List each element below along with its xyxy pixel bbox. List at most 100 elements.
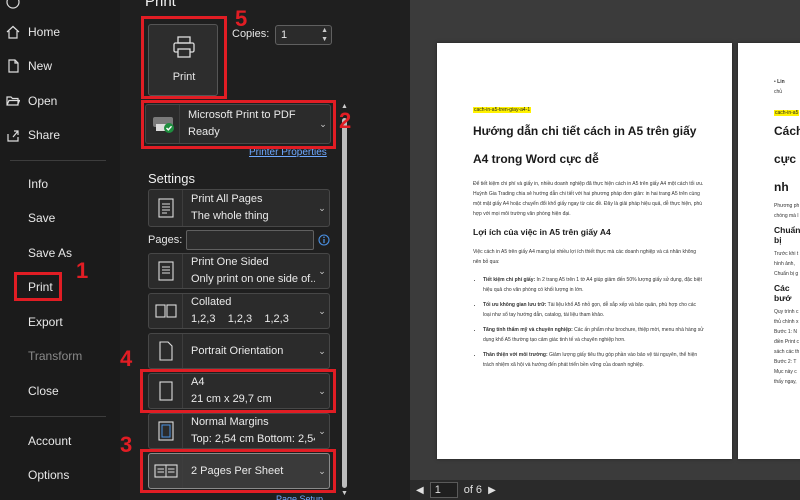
collation-line2: 1,2,3 1,2,3 1,2,3 [191,313,289,325]
p2-line: chóng mà l [774,213,799,219]
nav-label: Account [28,434,72,448]
doc-bullet: Thân thiện với môi trường: Giảm lượng gi… [483,350,705,370]
p2-line: điền Print c [774,339,800,345]
pages-input[interactable] [186,230,314,250]
folder-open-icon [6,94,20,108]
doc-title-line2: A4 trong Word cực dễ [473,152,599,166]
p2-line: Bước 1: N [774,329,798,335]
collation-line1: Collated [191,296,232,308]
annotation-box-1 [14,272,62,301]
spinner-arrows-icon[interactable]: ▲ ▼ [321,26,328,44]
back-arrow-icon [6,0,20,9]
collation-dropdown[interactable]: Collated 1,2,3 1,2,3 1,2,3 ⌄ [148,293,330,329]
print-range-line1: Print All Pages [191,193,263,205]
print-range-dropdown[interactable]: Print All Pages The whole thing ⌄ [148,189,330,227]
nav-label: Info [28,177,49,191]
info-icon[interactable] [318,234,330,249]
doc-intro: Để tiết kiệm chi phí và giấy in, nhiều d… [473,181,704,217]
orientation-line1: Portrait Orientation [191,344,284,357]
nav-item-save-as[interactable]: Save As [28,241,72,265]
next-page-icon[interactable]: ▶ [488,485,496,496]
nav-item-info[interactable]: Info [28,172,48,196]
nav-item-options[interactable]: Options [28,463,69,487]
nav-label: Export [28,315,63,329]
page-navigator: ◀ 1 of 6 ▶ [410,480,800,500]
p2-title-line1: Cách [774,124,800,138]
doc-paragraph: Việc cách in A5 trên giấy A4 mang lại nh… [473,249,697,265]
backstage-nav: Home New Open Share Info Save Save As Pr… [0,0,120,500]
margins-icon [149,414,183,448]
settings-scrollbar[interactable] [342,118,347,488]
annotation-number-2: 2 [339,108,352,133]
nav-label: Share [28,128,61,142]
nav-label: Open [28,94,58,108]
p2-line: hình ảnh, [774,261,795,267]
p2-heading: Chuẩn bị [774,225,800,245]
doc-bullet: Tiết kiệm chi phí giấy: In 2 trang A5 tr… [483,275,705,295]
prev-page-icon[interactable]: ◀ [416,485,424,496]
nav-item-new[interactable]: New [6,54,52,78]
annotation-number-4: 4 [120,346,133,371]
chevron-down-icon: ⌄ [318,202,326,213]
p2-line: Bước 2: T [774,359,797,365]
new-document-icon [6,59,20,73]
annotation-number-1: 1 [76,258,89,283]
nav-item-export[interactable]: Export [28,310,63,334]
nav-label: Options [28,468,70,482]
chevron-down-icon: ⌄ [318,265,326,276]
one-sided-page-icon [149,254,183,288]
p2-tag: cach-in-a5 [774,110,800,116]
nav-item-close[interactable]: Close [28,379,59,403]
print-range-line2: The whole thing [191,210,269,222]
p2-title-line2: cực nh [774,152,797,194]
nav-divider [10,160,106,161]
p2-bullet-cont: chủ [774,89,783,95]
nav-item-save[interactable]: Save [28,206,55,230]
margins-dropdown[interactable]: Normal Margins Top: 2,54 cm Bottom: 2,54… [148,413,330,449]
nav-label: Transform [28,349,83,363]
p2-line: Mục này c [774,369,797,375]
sides-line2: Only print on one side of... [191,273,315,285]
back-button[interactable] [6,0,20,14]
highlighted-tag: cach-in-a5-tren-giay-a4-1 [473,107,532,113]
chevron-down-icon: ⌄ [318,425,326,436]
current-page-input[interactable]: 1 [429,482,458,498]
portrait-page-icon [149,334,183,368]
pages-stack-icon [149,190,183,226]
scroll-down-icon[interactable]: ▼ [341,490,348,497]
nav-item-account[interactable]: Account [28,429,71,453]
home-icon [6,25,20,39]
page-setup-link[interactable]: Page Setup [276,494,323,500]
nav-item-transform: Transform [28,344,82,368]
nav-label: Save As [28,246,73,260]
copies-value: 1 [281,29,288,41]
nav-label: Close [28,384,59,398]
annotation-box-5 [141,16,227,99]
margins-line2: Top: 2,54 cm Bottom: 2,54... [191,433,315,445]
total-pages: of 6 [463,484,483,496]
p2-line: Trước khi t [774,251,799,257]
settings-title: Settings [148,171,195,186]
p2-line: thấy ngay, [774,379,797,385]
copies-spinner[interactable]: 1 ▲ ▼ [275,25,332,45]
doc-heading: Lợi ích của việc in A5 trên giấy A4 [473,227,611,237]
sides-dropdown[interactable]: Print One Sided Only print on one side o… [148,253,330,289]
share-icon [6,128,20,142]
nav-item-home[interactable]: Home [6,20,60,44]
collated-icon [149,294,183,328]
doc-bullet: Tăng tính thẩm mỹ và chuyên nghiệp: Các … [483,325,705,345]
sides-line1: Print One Sided [191,256,269,268]
nav-label: New [28,59,53,73]
margins-line1: Normal Margins [191,416,269,428]
orientation-dropdown[interactable]: Portrait Orientation ⌄ [148,333,330,369]
nav-item-share[interactable]: Share [6,123,60,147]
p2-line: thủ chính x [774,319,799,325]
p2-bullet: • Lin [774,79,785,85]
annotation-box-4 [140,369,336,413]
preview-page-1: cach-in-a5-tren-giay-a4-1 Hướng dẫn chi … [437,43,732,459]
p2-line: Phương ph [774,203,800,209]
nav-item-open[interactable]: Open [6,89,57,113]
doc-bullet: Tối ưu không gian lưu trữ: Tài liệu khổ … [483,300,705,320]
annotation-number-5: 5 [235,6,248,31]
pages-label: Pages: [148,234,183,246]
